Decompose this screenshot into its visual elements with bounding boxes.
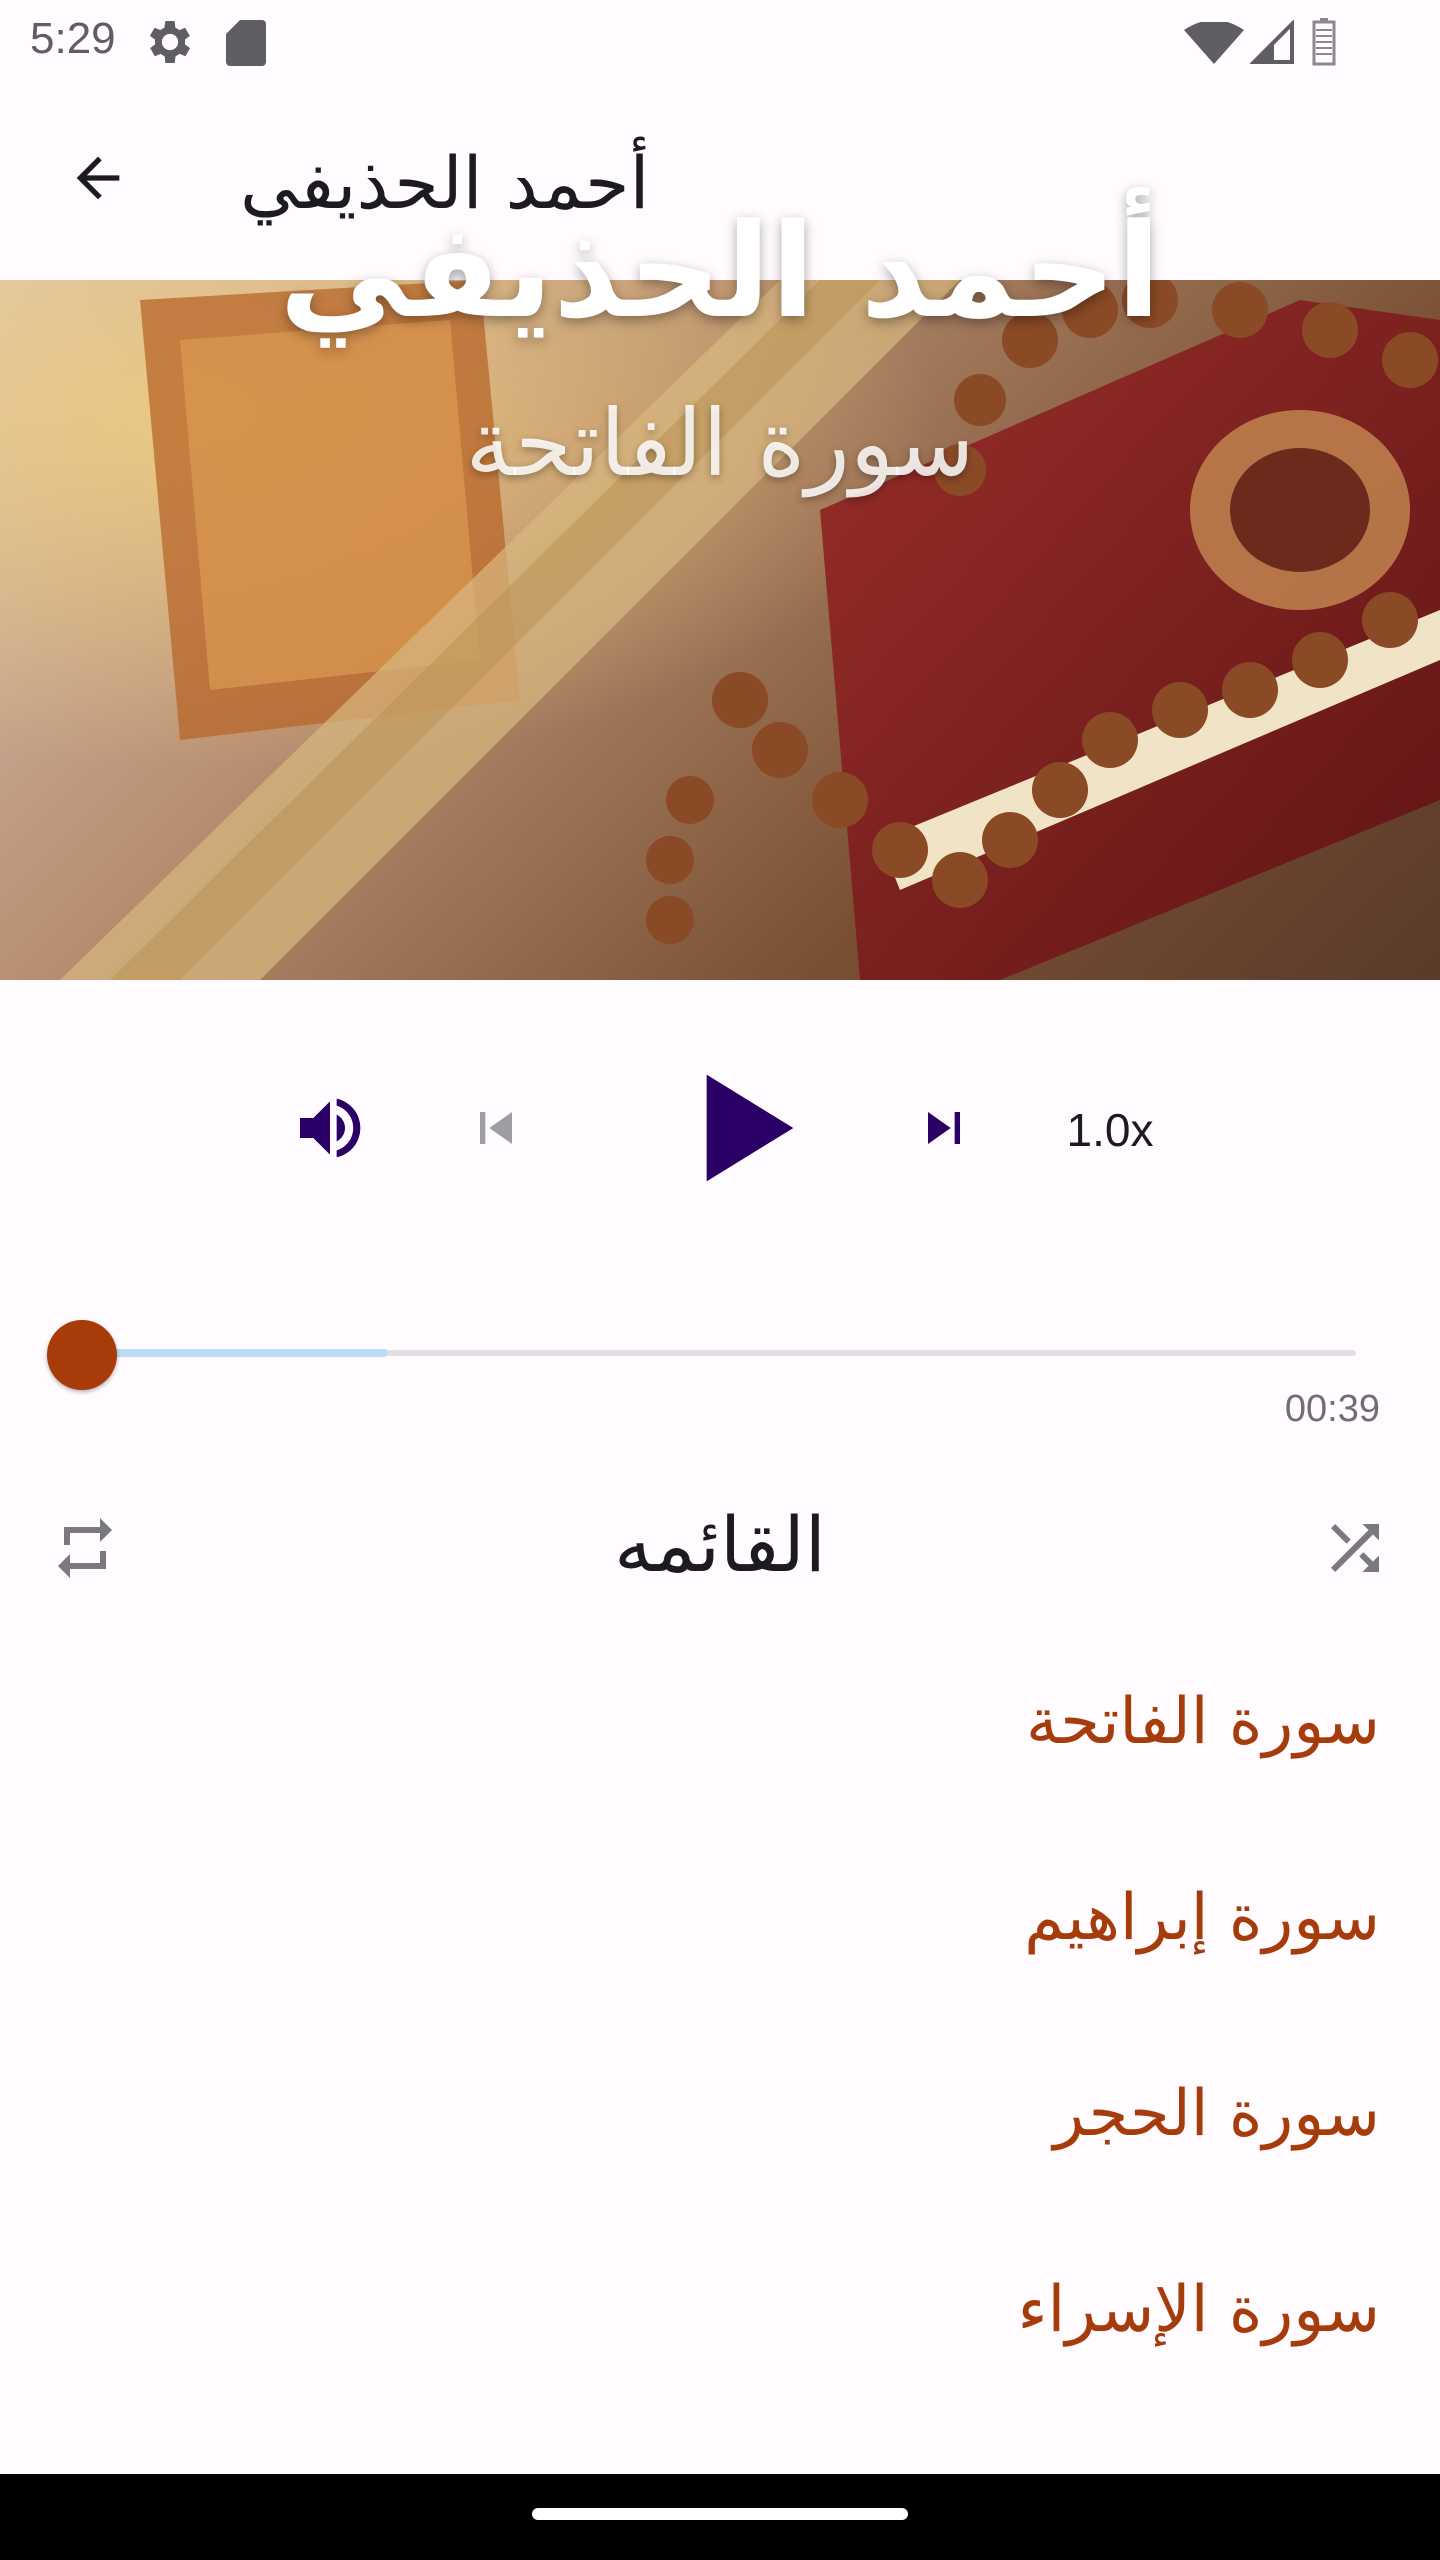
playlist-item-label: سورة الحجر: [1053, 2077, 1380, 2151]
status-time: 5:29: [30, 14, 116, 63]
wifi-icon: [1184, 20, 1244, 64]
volume-button[interactable]: [270, 1080, 390, 1180]
shuffle-button[interactable]: [1310, 1505, 1400, 1595]
playlist-item[interactable]: سورة إبراهيم: [0, 1841, 1440, 2021]
playlist-item[interactable]: سورة الحجر: [0, 2037, 1440, 2217]
signal-icon: [1249, 19, 1294, 64]
buffer-progress: [82, 1349, 388, 1357]
home-gesture-handle[interactable]: [532, 2508, 908, 2520]
skip-previous-icon: [464, 1096, 528, 1164]
volume-up-icon: [290, 1088, 370, 1172]
skip-next-icon: [912, 1096, 976, 1164]
playlist-item-label: سورة الفاتحة: [1025, 1685, 1380, 1759]
battery-icon: [1312, 18, 1336, 66]
previous-button[interactable]: [446, 1080, 546, 1180]
playlist-item[interactable]: سورة الإسراء: [0, 2233, 1440, 2413]
seek-thumb[interactable]: [47, 1320, 117, 1390]
playlist-item[interactable]: سورة الفاتحة: [0, 1645, 1440, 1825]
playlist-item-label: سورة إبراهيم: [1024, 1881, 1380, 1955]
banner-image: [0, 280, 1440, 980]
playback-speed-button[interactable]: 1.0x: [1040, 1090, 1180, 1170]
elapsed-time: 00:39: [1284, 1388, 1380, 1430]
playlist-item-label: سورة الإسراء: [1017, 2273, 1380, 2347]
sd-card-icon: [224, 18, 268, 68]
playlist-title: القائمه: [614, 1500, 826, 1589]
repeat-button[interactable]: [40, 1505, 130, 1595]
play-button[interactable]: [660, 1050, 820, 1210]
banner-reciter-name: أحمد الحذيفي: [279, 195, 1161, 347]
next-button[interactable]: [894, 1080, 994, 1180]
repeat-icon: [49, 1512, 121, 1588]
play-icon: [660, 1048, 820, 1212]
shuffle-icon: [1319, 1512, 1391, 1588]
gear-icon: [142, 14, 198, 70]
banner-surah-name: سورة الفاتحة: [465, 390, 975, 497]
